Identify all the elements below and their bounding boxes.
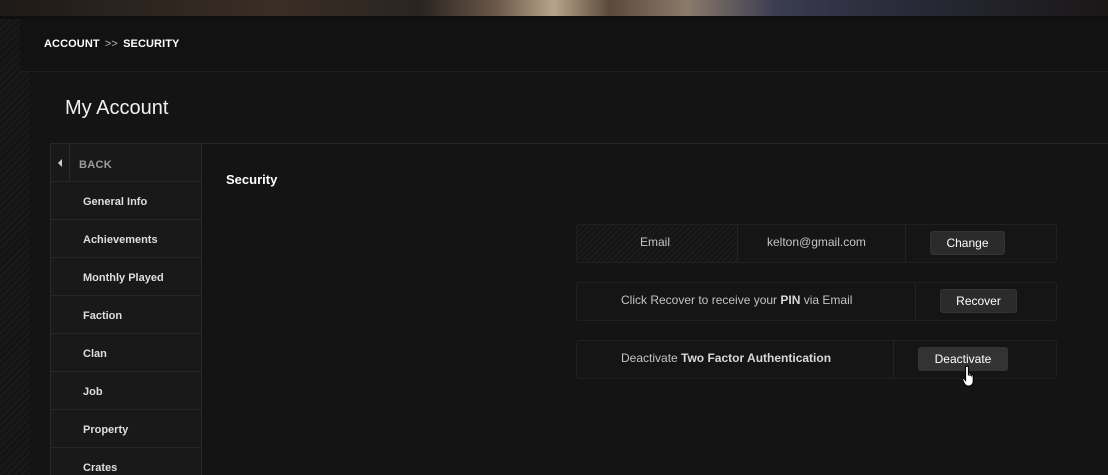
two-factor-row: Deactivate Two Factor Authentication Dea… xyxy=(576,340,1057,379)
back-arrow-box xyxy=(51,144,70,181)
breadcrumb-bar: ACCOUNT >> SECURITY xyxy=(20,19,1108,72)
sidebar-back-label: BACK xyxy=(79,159,112,171)
sidebar-item-label: Faction xyxy=(83,310,123,322)
page: ACCOUNT >> SECURITY My Account BACK Gene… xyxy=(0,0,1108,475)
sidebar-item-clan[interactable]: Clan xyxy=(51,334,201,372)
sidebar-item-general-info[interactable]: General Info xyxy=(51,182,201,220)
two-factor-text-bold: Two Factor Authentication xyxy=(681,351,832,365)
two-factor-text-before: Deactivate xyxy=(621,351,682,365)
sidebar-item-label: Achievements xyxy=(83,234,158,246)
two-factor-text-cell: Deactivate Two Factor Authentication xyxy=(577,341,894,378)
sidebar-item-faction[interactable]: Faction xyxy=(51,296,201,334)
breadcrumb: ACCOUNT >> SECURITY xyxy=(44,38,180,50)
pin-text-cell: Click Recover to receive your PIN via Em… xyxy=(577,283,916,320)
email-value: kelton@gmail.com xyxy=(767,235,866,249)
pin-recover-row: Click Recover to receive your PIN via Em… xyxy=(576,282,1057,321)
two-factor-text: Deactivate Two Factor Authentication xyxy=(621,351,831,365)
email-label: Email xyxy=(640,235,671,249)
sidebar-item-job[interactable]: Job xyxy=(51,372,201,410)
sidebar-item-label: Clan xyxy=(83,348,107,360)
sidebar-item-property[interactable]: Property xyxy=(51,410,201,448)
sidebar-item-label: General Info xyxy=(83,196,148,208)
caret-left-icon xyxy=(58,159,62,167)
hand-pointer-cursor-icon xyxy=(962,365,974,387)
sidebar-item-label: Job xyxy=(83,386,103,398)
email-value-cell: kelton@gmail.com xyxy=(737,225,906,262)
security-section-title: Security xyxy=(226,172,278,187)
breadcrumb-separator: >> xyxy=(104,38,118,50)
sidebar-back-button[interactable]: BACK xyxy=(51,144,201,182)
header-banner-art xyxy=(0,0,1108,19)
recover-pin-button[interactable]: Recover xyxy=(940,289,1017,313)
email-label-cell: Email xyxy=(577,225,738,262)
breadcrumb-account[interactable]: ACCOUNT xyxy=(44,38,100,50)
pin-text-before: Click Recover to receive your xyxy=(621,293,781,307)
sidebar-item-label: Property xyxy=(83,424,129,436)
change-email-button[interactable]: Change xyxy=(930,231,1005,255)
pin-text-bold: PIN xyxy=(780,293,801,307)
sidebar-item-crates[interactable]: Crates xyxy=(51,448,201,475)
sidebar-item-achievements[interactable]: Achievements xyxy=(51,220,201,258)
sidebar-item-monthly-played[interactable]: Monthly Played xyxy=(51,258,201,296)
sidebar-item-label: Monthly Played xyxy=(83,272,164,284)
page-title: My Account xyxy=(65,97,169,119)
sidebar-item-label: Crates xyxy=(83,462,118,474)
sidebar: BACK General Info Achievements Monthly P… xyxy=(50,144,202,475)
pin-recover-text: Click Recover to receive your PIN via Em… xyxy=(621,293,852,307)
breadcrumb-security: SECURITY xyxy=(123,38,180,50)
email-row: Email kelton@gmail.com Change xyxy=(576,224,1057,263)
pin-text-after: via Email xyxy=(800,293,853,307)
